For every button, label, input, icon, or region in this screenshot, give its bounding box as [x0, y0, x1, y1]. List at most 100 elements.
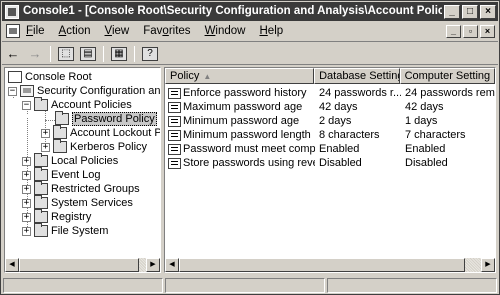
- tree-node-label: Local Policies: [51, 155, 119, 167]
- tree-node-local-policies[interactable]: + Local Policies: [22, 153, 119, 168]
- title-bar[interactable]: Console1 - [Console Root\Security Config…: [2, 2, 498, 21]
- help-icon[interactable]: ?: [142, 46, 158, 61]
- list-item[interactable]: Store passwords using rever... Disabled …: [165, 156, 495, 170]
- show-hide-tree-icon[interactable]: ▤: [80, 46, 96, 61]
- menu-action[interactable]: Action: [59, 25, 91, 37]
- document-restore-button[interactable]: ▫: [463, 24, 478, 38]
- expand-icon[interactable]: +: [22, 170, 31, 180]
- column-header-database-setting[interactable]: Database Setting: [314, 68, 400, 84]
- tree-node-label: Account Lockout Poli: [70, 127, 161, 139]
- folder-icon: [34, 223, 48, 237]
- tree-node-registry[interactable]: + Registry: [22, 209, 92, 224]
- list-item[interactable]: Enforce password history 24 passwords r.…: [165, 86, 495, 100]
- database-setting: Enabled: [319, 143, 360, 155]
- status-bar: [2, 277, 498, 294]
- policy-name: Enforce password history: [183, 87, 307, 99]
- scroll-left-icon[interactable]: ◀: [165, 258, 179, 272]
- forward-arrow-icon[interactable]: →: [24, 44, 46, 64]
- up-one-level-icon[interactable]: ⬚: [58, 46, 74, 61]
- tree-node-label: Registry: [51, 211, 92, 223]
- column-header-computer-setting[interactable]: Computer Setting: [399, 68, 495, 84]
- scroll-left-icon[interactable]: ◀: [5, 258, 19, 272]
- collapse-icon[interactable]: −: [22, 100, 31, 110]
- tree-horizontal-scrollbar[interactable]: ◀ ▶: [5, 258, 160, 272]
- expand-icon[interactable]: +: [22, 198, 31, 208]
- tree-node-event-log[interactable]: + Event Log: [22, 167, 101, 182]
- menu-help[interactable]: Help: [259, 25, 283, 37]
- menu-favorites-prefix: Fav: [143, 25, 163, 37]
- list-item[interactable]: Minimum password length 8 characters 7 c…: [165, 128, 495, 142]
- tree-node-console-root[interactable]: Console Root: [8, 70, 92, 84]
- tree-node-security-configuration[interactable]: − Security Configuration and A: [8, 84, 160, 98]
- tree-node-system-services[interactable]: + System Services: [22, 195, 133, 210]
- back-arrow-icon[interactable]: ←: [2, 44, 24, 64]
- expand-icon[interactable]: +: [22, 226, 31, 236]
- tree-node-label: System Services: [51, 197, 133, 209]
- database-setting: 24 passwords r...: [319, 87, 401, 99]
- folder-icon: [53, 139, 67, 153]
- database-setting: 8 characters: [319, 129, 380, 141]
- expand-icon[interactable]: +: [22, 184, 31, 194]
- scroll-right-icon[interactable]: ▶: [481, 258, 495, 272]
- computer-setting: 24 passwords reme...: [405, 87, 495, 99]
- document-close-button[interactable]: ×: [480, 24, 495, 38]
- scroll-track[interactable]: [139, 258, 146, 272]
- document-window-buttons: _ ▫ ×: [444, 24, 495, 38]
- toolbar-separator: [134, 45, 135, 62]
- list-item[interactable]: Password must meet comple... Enabled Ena…: [165, 142, 495, 156]
- status-pane: [165, 278, 325, 293]
- menu-window[interactable]: Window: [205, 25, 246, 37]
- folder-icon: [53, 125, 67, 139]
- folder-icon: [34, 153, 48, 167]
- folder-icon: [34, 181, 48, 195]
- menu-file[interactable]: File: [26, 25, 45, 37]
- close-button[interactable]: ×: [480, 4, 496, 19]
- tree-node-restricted-groups[interactable]: + Restricted Groups: [22, 181, 140, 196]
- column-header-label: Policy: [170, 70, 200, 82]
- tree-node-label: Console Root: [25, 71, 92, 83]
- computer-setting: Disabled: [405, 157, 448, 169]
- toolbar-separator: [50, 45, 51, 62]
- database-setting: 42 days: [319, 101, 358, 113]
- scroll-right-icon[interactable]: ▶: [146, 258, 160, 272]
- maximize-button[interactable]: □: [462, 4, 478, 19]
- policy-setting-icon: [168, 101, 181, 113]
- list-horizontal-scrollbar[interactable]: ◀ ▶: [165, 258, 495, 272]
- tree-node-file-system[interactable]: + File System: [22, 223, 108, 238]
- column-header-policy[interactable]: Policy ▲: [165, 68, 315, 84]
- scroll-thumb[interactable]: [179, 258, 465, 272]
- tree-node-kerberos-policy[interactable]: + Kerberos Policy: [41, 139, 147, 154]
- expand-icon[interactable]: +: [41, 142, 50, 152]
- document-window-icon[interactable]: [6, 24, 20, 38]
- mmc-app-icon[interactable]: [5, 4, 19, 19]
- export-list-icon[interactable]: ▦: [111, 46, 127, 61]
- console-tree[interactable]: Console Root − Security Configuration an…: [4, 67, 161, 273]
- expand-icon[interactable]: +: [22, 212, 31, 222]
- document-minimize-button[interactable]: _: [446, 24, 461, 38]
- tree-line: [45, 120, 55, 121]
- list-header: Policy ▲ Database Setting Computer Settin…: [165, 68, 495, 84]
- tree-node-label: Account Policies: [51, 99, 132, 111]
- policy-name: Password must meet comple...: [183, 143, 315, 155]
- database-setting: 2 days: [319, 115, 352, 127]
- computer-setting: 1 days: [405, 115, 438, 127]
- list-item[interactable]: Maximum password age 42 days 42 days: [165, 100, 495, 114]
- details-list[interactable]: Policy ▲ Database Setting Computer Settin…: [164, 67, 496, 273]
- expand-icon[interactable]: +: [22, 156, 31, 166]
- scroll-track[interactable]: [465, 258, 481, 272]
- expand-icon[interactable]: +: [41, 128, 50, 138]
- collapse-icon[interactable]: −: [8, 86, 17, 96]
- minimize-button[interactable]: _: [444, 4, 460, 19]
- menu-file-label: ile: [33, 25, 45, 37]
- tree-node-account-lockout-policy[interactable]: + Account Lockout Poli: [41, 125, 161, 140]
- list-item[interactable]: Minimum password age 2 days 1 days: [165, 114, 495, 128]
- tree-node-password-policy[interactable]: Password Policy: [55, 111, 157, 126]
- computer-setting: 42 days: [405, 101, 444, 113]
- status-pane: [327, 278, 497, 293]
- menu-favorites[interactable]: Favorites: [143, 25, 190, 37]
- policy-setting-icon: [168, 115, 181, 127]
- tree-node-account-policies[interactable]: − Account Policies: [22, 97, 132, 112]
- menu-view[interactable]: View: [105, 25, 130, 37]
- folder-icon: [34, 209, 48, 223]
- scroll-thumb[interactable]: [19, 258, 139, 272]
